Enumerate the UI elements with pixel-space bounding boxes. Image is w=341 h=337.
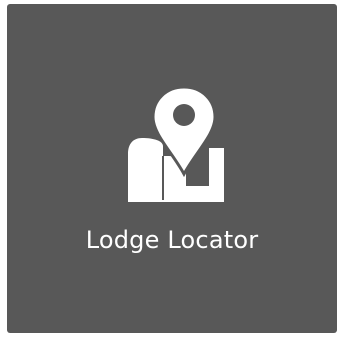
tile-label: Lodge Locator (85, 226, 259, 254)
lodge-locator-tile[interactable]: Lodge Locator (7, 4, 337, 333)
map-pin-icon (120, 82, 230, 212)
